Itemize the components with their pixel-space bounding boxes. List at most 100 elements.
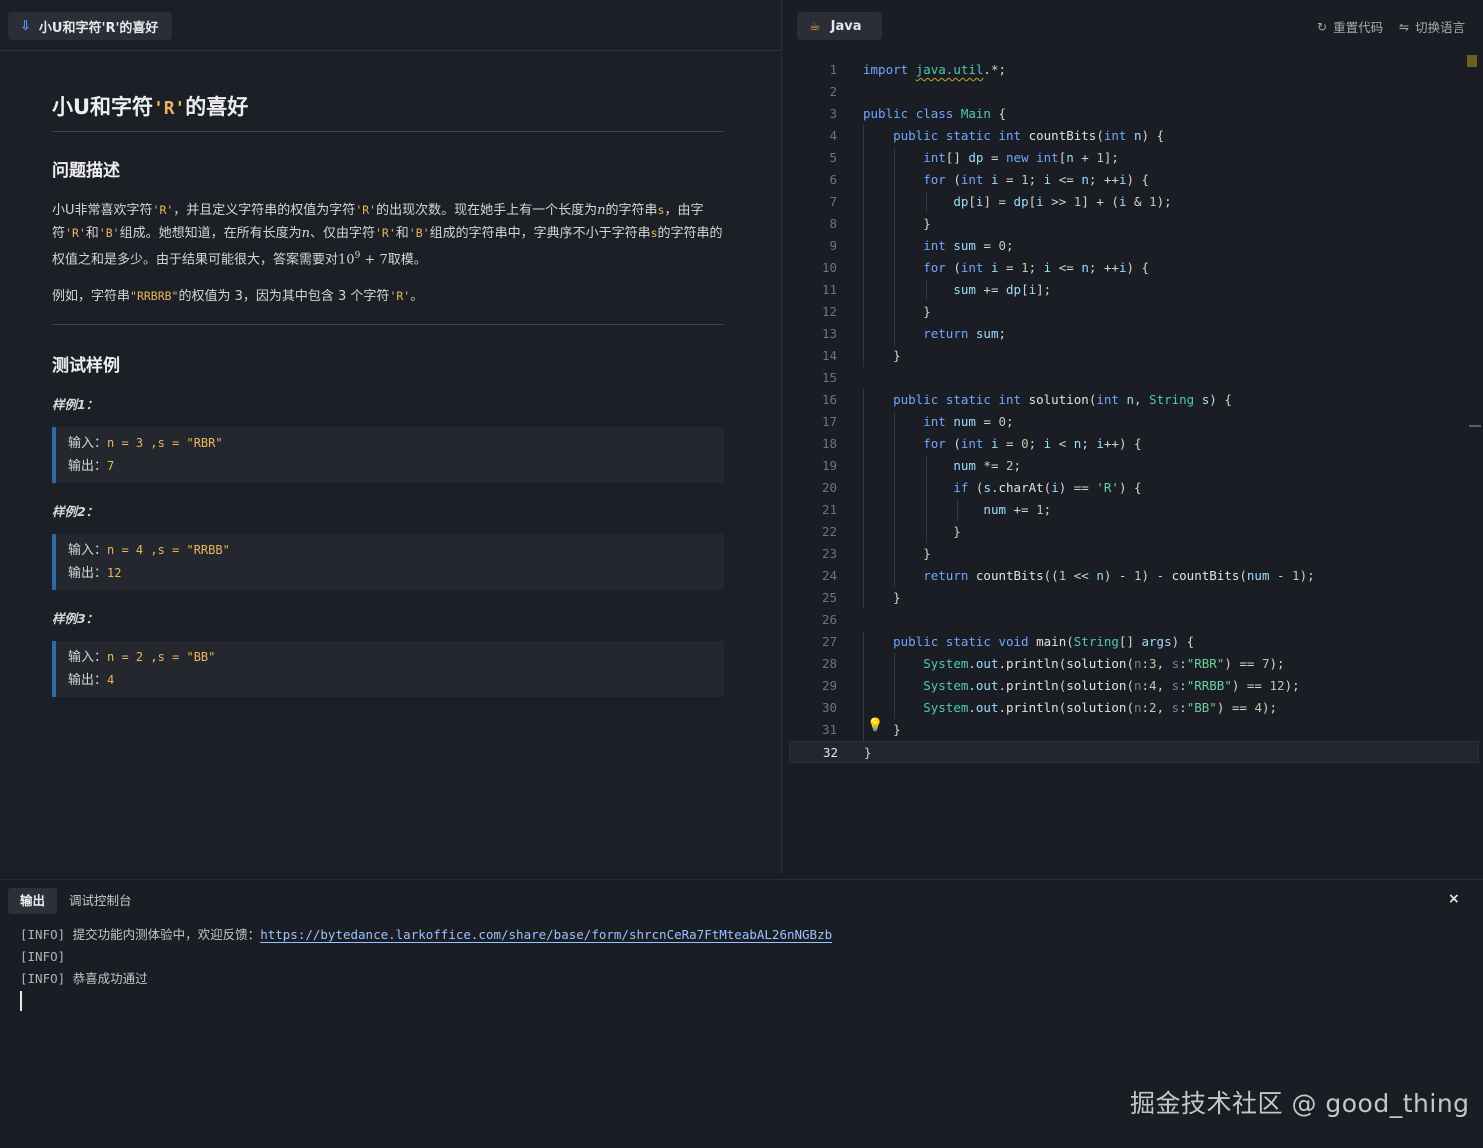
sample-2-input: 输入：n = 4 ,s = "RRBB" [68, 543, 230, 559]
code-text: } [863, 304, 931, 319]
indent-guide [863, 455, 864, 477]
indent-guide [894, 521, 896, 543]
line-number: 27 [821, 634, 837, 649]
indent-guide [863, 345, 864, 367]
language-tab[interactable]: ☕ Java [797, 12, 882, 40]
code-line[interactable]: 13 return sum; [789, 323, 1479, 345]
code-line[interactable]: 18 for (int i = 0; i < n; i++) { [789, 433, 1479, 455]
sample-1-input: 输入：n = 3 ,s = "RBR" [68, 436, 223, 452]
line-number: 15 [821, 370, 837, 385]
code-text: } [864, 745, 872, 760]
code-line[interactable]: 16 public static int solution(int n, Str… [789, 389, 1479, 411]
indent-guide [863, 257, 864, 279]
console-line: [INFO] 提交功能内测体验中，欢迎反馈：https://bytedance.… [20, 927, 833, 942]
indent-guide [894, 697, 896, 719]
code-line[interactable]: 21 num += 1; [789, 499, 1479, 521]
code-line[interactable]: 7 dp[i] = dp[i >> 1] + (i & 1); [789, 191, 1479, 213]
code-line[interactable]: 14 } [789, 345, 1479, 367]
line-number: 24 [821, 568, 837, 583]
indent-guide [863, 653, 864, 675]
code-text: int[] dp = new int[n + 1]; [923, 150, 1119, 165]
code-line[interactable]: 9 int sum = 0; [789, 235, 1479, 257]
code-line[interactable]: 6 for (int i = 1; i <= n; ++i) { [789, 169, 1479, 191]
problem-content: 小U和字符'R'的喜好 问题描述 小U非常喜欢字符'R'，并且定义字符串的权值为… [52, 51, 724, 698]
code-text: for (int i = 1; i <= n; ++i) { [923, 172, 1150, 187]
indent-guide [863, 499, 864, 521]
indent-guide [894, 477, 896, 499]
code-text: return countBits((1 << n) - 1) - countBi… [923, 568, 1315, 583]
editor-panel: ☕ Java ↻ 重置代码 ⇋ 切换语言 1 import java.util.*… [789, 0, 1483, 873]
code-text: int sum = 0; [923, 238, 1014, 253]
code-line[interactable]: 15 [789, 367, 1479, 389]
code-line[interactable]: 8 } [789, 213, 1479, 235]
line-number: 28 [821, 656, 837, 671]
code-line[interactable]: 32} [789, 741, 1479, 763]
code-line[interactable]: 25 } [789, 587, 1479, 609]
indent-guide [894, 455, 896, 477]
code-text: } [863, 216, 931, 231]
line-number: 1 [829, 62, 837, 77]
code-line[interactable]: 31 } [789, 719, 1479, 741]
code-line[interactable]: 22 } [789, 521, 1479, 543]
close-icon[interactable]: × [1448, 891, 1460, 907]
code-line[interactable]: 30 System.out.println(solution(n:2, s:"B… [789, 697, 1479, 719]
code-line[interactable]: 23 } [789, 543, 1479, 565]
indent-guide [863, 213, 864, 235]
indent-guide [863, 411, 864, 433]
indent-guide [894, 301, 896, 323]
code-text: public class Main { [863, 106, 1007, 121]
code-text: for (int i = 0; i < n; i++) { [923, 436, 1142, 451]
code-line[interactable]: 5 int[] dp = new int[n + 1]; [789, 147, 1479, 169]
page-title: 小U和字符'R'的喜好 [52, 91, 724, 132]
line-number: 5 [829, 150, 837, 165]
code-line[interactable]: 24 return countBits((1 << n) - 1) - coun… [789, 565, 1479, 587]
code-line[interactable]: 28 System.out.println(solution(n:3, s:"R… [789, 653, 1479, 675]
lightbulb-icon[interactable]: 💡 [867, 718, 883, 733]
problem-tab[interactable]: ⇩ 小U和字符'R'的喜好 [8, 12, 173, 40]
indent-guide [925, 191, 927, 213]
code-line[interactable]: 26 [789, 609, 1479, 631]
code-line[interactable]: 19 num *= 2; [789, 455, 1479, 477]
code-text: if (s.charAt(i) == 'R') { [953, 480, 1142, 495]
code-line[interactable]: 12 } [789, 301, 1479, 323]
code-line[interactable]: 4 public static int countBits(int n) { [789, 125, 1479, 147]
code-text: public static int solution(int n, String… [893, 392, 1232, 407]
line-number: 10 [821, 260, 837, 275]
reset-code-button[interactable]: ↻ 重置代码 [1317, 17, 1383, 36]
title-text: 小U和字符 [52, 95, 154, 119]
indent-guide [894, 235, 896, 257]
code-text: int num = 0; [923, 414, 1014, 429]
sample-1-output: 输出：7 [68, 459, 115, 475]
line-number: 30 [821, 700, 837, 715]
line-number: 21 [821, 502, 837, 517]
feedback-link[interactable]: https://bytedance.larkoffice.com/share/b… [260, 927, 832, 942]
code-line[interactable]: 10 for (int i = 1; i <= n; ++i) { [789, 257, 1479, 279]
indent-guide [894, 169, 896, 191]
tab-debug-console[interactable]: 调试控制台 [57, 888, 144, 914]
code-text: } [863, 524, 961, 539]
console-output: [INFO] 提交功能内测体验中，欢迎反馈：https://bytedance.… [20, 924, 832, 1011]
code-line[interactable]: 11 sum += dp[i]; [789, 279, 1479, 301]
console-line: [INFO] [20, 949, 66, 964]
line-number: 17 [821, 414, 837, 429]
reset-code-label: 重置代码 [1333, 20, 1384, 35]
cup-icon: ☕ [809, 18, 821, 34]
code-line[interactable]: 20 if (s.charAt(i) == 'R') { [789, 477, 1479, 499]
code-editor[interactable]: 1 import java.util.*; 2 3 public class Main … [789, 55, 1483, 873]
sample-1-box: 输入：n = 3 ,s = "RBR" 输出：7 [52, 427, 724, 484]
problem-description: 小U非常喜欢字符'R'，并且定义字符串的权值为字符'R'的出现次数。现在她手上有… [52, 203, 723, 268]
code-line[interactable]: 29 System.out.println(solution(n:4, s:"R… [789, 675, 1479, 697]
indent-guide [863, 587, 864, 609]
line-number: 13 [821, 326, 837, 341]
tab-output[interactable]: 输出 [8, 888, 58, 914]
code-line[interactable]: 3 public class Main { [789, 103, 1479, 125]
sample-2-box: 输入：n = 4 ,s = "RRBB" 输出：12 [52, 534, 724, 591]
line-number: 31 [821, 722, 837, 737]
switch-language-button[interactable]: ⇋ 切换语言 [1399, 17, 1465, 36]
code-line[interactable]: 1 import java.util.*; [789, 59, 1479, 81]
code-line[interactable]: 27 public static void main(String[] args… [789, 631, 1479, 653]
code-line[interactable]: 2 [789, 81, 1479, 103]
code-line[interactable]: 17 int num = 0; [789, 411, 1479, 433]
code-text: public static void main(String[] args) { [893, 634, 1195, 649]
editor-tabbar: ☕ Java ↻ 重置代码 ⇋ 切换语言 [789, 0, 1483, 51]
